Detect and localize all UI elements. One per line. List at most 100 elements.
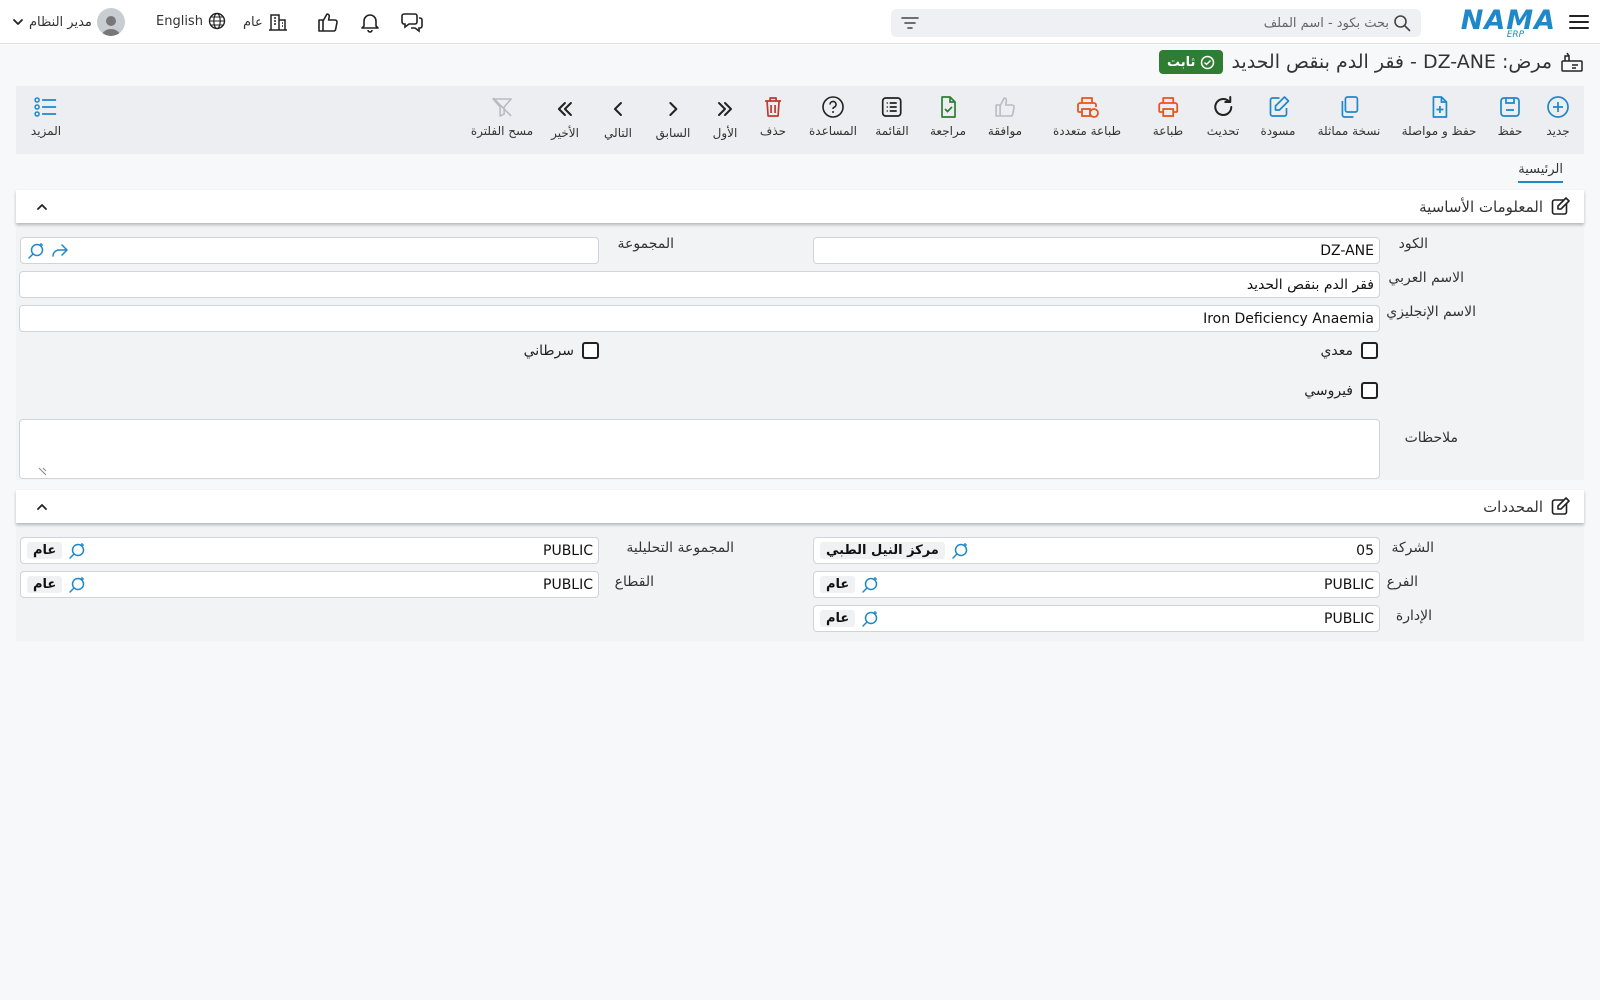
language-label: English <box>156 13 203 29</box>
group-field[interactable] <box>20 237 599 264</box>
save-continue-button[interactable]: حفظ و مواصلة <box>1402 94 1476 138</box>
more-label: المزيد <box>30 124 62 138</box>
resize-handle-icon[interactable] <box>38 467 47 476</box>
viral-checkbox[interactable]: فيروسي <box>1304 382 1378 399</box>
refresh-icon <box>1210 94 1236 120</box>
cancerous-checkbox-box[interactable] <box>582 342 599 359</box>
company-label: الشركة <box>1391 540 1434 556</box>
edit-square-icon <box>1551 497 1570 516</box>
infectious-checkbox[interactable]: معدي <box>1320 342 1378 359</box>
refresh-label: تحديث <box>1206 124 1240 138</box>
tab-main[interactable]: الرئيسية <box>1518 162 1563 183</box>
approve-button[interactable]: موافقة <box>988 94 1022 138</box>
code-field[interactable]: DZ-ANE <box>813 237 1380 264</box>
list-button[interactable]: القائمة <box>875 94 909 138</box>
duplicate-label: نسخة مماثلة <box>1317 124 1381 138</box>
clear-filter-button[interactable]: مسح الفلترة <box>471 94 533 138</box>
delete-label: حذف <box>759 124 787 138</box>
new-button[interactable]: جديد <box>1545 94 1571 138</box>
multi-print-button[interactable]: طباعة متعددة <box>1053 94 1121 138</box>
last-record-button[interactable]: الأخير <box>551 96 579 140</box>
dimensions-title: المحددات <box>1483 497 1543 516</box>
lookup-search-icon[interactable] <box>861 610 879 628</box>
language-selector[interactable]: English <box>156 12 226 30</box>
edit-doc-icon <box>1265 94 1291 120</box>
viral-checkbox-box[interactable] <box>1361 382 1378 399</box>
filter-off-icon <box>489 94 515 120</box>
sector-field[interactable]: PUBLIC عام <box>20 571 599 598</box>
user-name: مدير النظام <box>29 14 92 30</box>
app-logo[interactable]: NAMA ERP <box>1461 4 1556 41</box>
lookup-search-icon[interactable] <box>27 242 45 260</box>
review-button[interactable]: مراجعة <box>930 94 966 138</box>
chevron-down-icon <box>12 16 24 28</box>
delete-button[interactable]: حذف <box>760 94 786 138</box>
printer-icon <box>1155 94 1181 120</box>
bell-icon[interactable] <box>358 10 382 34</box>
company-scope-selector[interactable]: عام <box>243 12 288 32</box>
arabic-name-field[interactable]: فقر الدم بنقص الحديد <box>19 271 1380 298</box>
next-label: التالي <box>604 126 632 140</box>
analytic-group-name: عام <box>27 542 63 559</box>
file-check-icon <box>935 94 961 120</box>
save-button[interactable]: حفظ <box>1497 94 1523 138</box>
forward-arrow-icon[interactable] <box>51 243 69 259</box>
branch-field[interactable]: PUBLIC عام <box>813 571 1380 598</box>
infectious-label: معدي <box>1320 342 1353 359</box>
more-button[interactable]: المزيد <box>31 94 61 138</box>
question-circle-icon <box>820 94 846 120</box>
thumbs-up-icon[interactable] <box>316 10 340 34</box>
approve-label: موافقة <box>987 124 1023 138</box>
search-input[interactable] <box>1089 15 1389 31</box>
first-record-button[interactable]: الأول <box>712 96 738 140</box>
collapse-chevron-up-icon[interactable] <box>34 499 50 515</box>
new-button-label: جديد <box>1546 124 1570 138</box>
cancerous-label: سرطاني <box>523 342 574 359</box>
refresh-button[interactable]: تحديث <box>1206 94 1240 138</box>
company-field[interactable]: 05 مركز النيل الطبي <box>813 537 1380 564</box>
chat-icon[interactable] <box>400 10 424 34</box>
top-bar: NAMA ERP عام English <box>0 0 1600 44</box>
lookup-search-icon[interactable] <box>951 542 969 560</box>
disease-record-icon <box>1560 50 1584 74</box>
double-chevron-right-icon <box>712 96 738 122</box>
company-scope-label: عام <box>243 14 263 30</box>
code-label: الكود <box>1398 236 1428 252</box>
english-name-value: Iron Deficiency Anaemia <box>1203 310 1374 327</box>
help-button[interactable]: المساعدة <box>809 94 857 138</box>
basic-info-section: المعلومات الأساسية الكود DZ-ANE المجموعة… <box>16 190 1584 480</box>
previous-record-button[interactable]: السابق <box>656 96 690 140</box>
next-record-button[interactable]: التالي <box>604 96 632 140</box>
search-icon <box>1393 14 1411 32</box>
collapse-chevron-up-icon[interactable] <box>34 199 50 215</box>
english-name-field[interactable]: Iron Deficiency Anaemia <box>19 305 1380 332</box>
hamburger-menu-icon[interactable] <box>1568 11 1590 33</box>
review-label: مراجعة <box>929 124 967 138</box>
lookup-search-icon[interactable] <box>68 542 86 560</box>
avatar <box>96 8 125 36</box>
lookup-search-icon[interactable] <box>68 576 86 594</box>
notes-textarea[interactable] <box>19 419 1380 479</box>
cancerous-checkbox[interactable]: سرطاني <box>524 342 599 359</box>
filter-icon[interactable] <box>901 16 919 30</box>
list-details-icon <box>33 94 59 120</box>
branch-code: PUBLIC <box>1324 576 1374 593</box>
infectious-checkbox-box[interactable] <box>1361 342 1378 359</box>
department-field[interactable]: PUBLIC عام <box>813 605 1380 632</box>
notes-label: ملاحظات <box>1404 430 1458 446</box>
print-label: طباعة <box>1152 124 1184 138</box>
multi-print-label: طباعة متعددة <box>1052 124 1122 138</box>
first-label: الأول <box>712 126 738 140</box>
trash-icon <box>760 94 786 120</box>
code-value: DZ-ANE <box>1320 242 1374 259</box>
list-label: القائمة <box>875 124 909 138</box>
page-title-bar: مرض: DZ-ANE - فقر الدم بنقص الحديد ثابت <box>1159 50 1584 74</box>
draft-button[interactable]: مسودة <box>1261 94 1295 138</box>
basic-info-header: المعلومات الأساسية <box>16 190 1584 223</box>
analytic-group-field[interactable]: PUBLIC عام <box>20 537 599 564</box>
user-menu[interactable]: مدير النظام <box>12 8 125 36</box>
lookup-search-icon[interactable] <box>861 576 879 594</box>
duplicate-button[interactable]: نسخة مماثلة <box>1317 94 1381 138</box>
print-button[interactable]: طباعة <box>1153 94 1183 138</box>
logo-subtext: ERP <box>1506 30 1525 40</box>
